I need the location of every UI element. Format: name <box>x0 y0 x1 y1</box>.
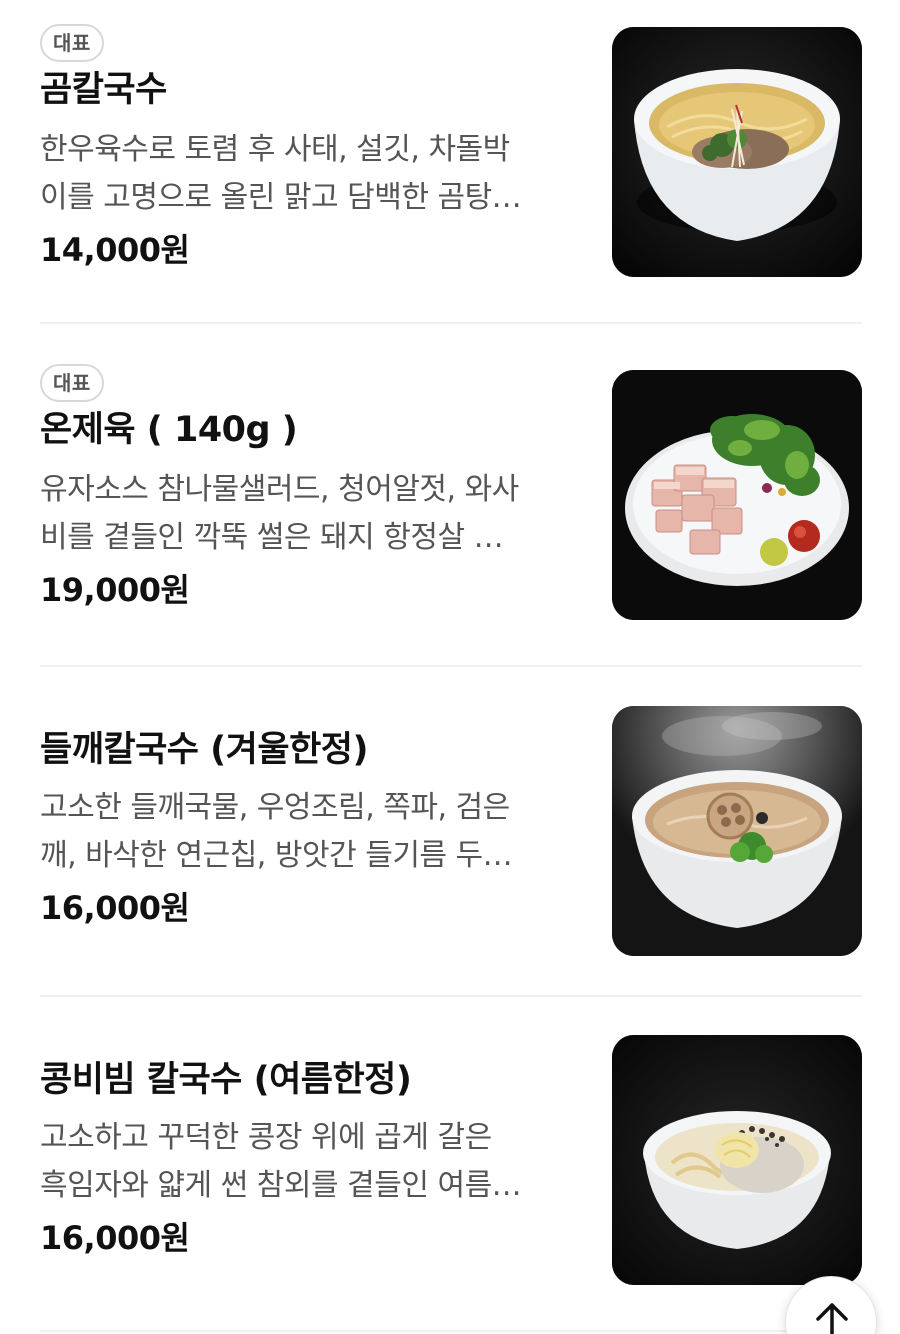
menu-item-photo[interactable] <box>612 1035 862 1285</box>
description-line: 유자소스 참나물샐러드, 청어알젓, 와사 <box>40 472 519 507</box>
signature-badge: 대표 <box>40 24 104 62</box>
signature-badge: 대표 <box>40 364 104 402</box>
menu-item-price: 14,000원 <box>40 231 190 269</box>
menu-list: 대표 곰칼국수 한우육수로 토렴 후 사태, 설깃, 차돌박 이를 고명으로 올… <box>0 0 900 1334</box>
menu-item-description: 한우육수로 토렴 후 사태, 설깃, 차돌박 이를 고명으로 올린 맑고 담백한… <box>40 126 580 222</box>
bean-noodle-bowl-image <box>612 1035 862 1285</box>
menu-item-description: 고소한 들깨국물, 우엉조림, 쪽파, 검은 깨, 바삭한 연근칩, 방앗간 들… <box>40 784 580 880</box>
menu-item[interactable]: 대표 곰칼국수 한우육수로 토렴 후 사태, 설깃, 차돌박 이를 고명으로 올… <box>0 0 900 324</box>
pork-salad-plate-image <box>612 370 862 620</box>
menu-item-price: 19,000원 <box>40 571 190 609</box>
clear-broth-noodle-bowl-image <box>612 27 862 277</box>
menu-item-name: 들깨칼국수 (겨울한정) <box>40 730 368 770</box>
menu-item-photo[interactable] <box>612 27 862 277</box>
description-line: 이를 고명으로 올린 맑고 담백한 곰탕… <box>40 180 522 215</box>
description-line: 흑임자와 얇게 썬 참외를 곁들인 여름… <box>40 1168 522 1203</box>
menu-item-description: 고소하고 꾸덕한 콩장 위에 곱게 갈은 흑임자와 얇게 썬 참외를 곁들인 여… <box>40 1114 580 1210</box>
menu-item[interactable]: 들깨칼국수 (겨울한정) 고소한 들깨국물, 우엉조림, 쪽파, 검은 깨, 바… <box>0 666 900 996</box>
perilla-noodle-bowl-image <box>612 706 862 956</box>
menu-item-info: 대표 온제육 ( 140g ) 유자소스 참나물샐러드, 청어알젓, 와사 비를… <box>40 364 580 612</box>
description-line: 비를 곁들인 깍뚝 썰은 돼지 항정살 … <box>40 520 504 555</box>
menu-item-price: 16,000원 <box>40 889 190 927</box>
menu-item[interactable]: 대표 온제육 ( 140g ) 유자소스 참나물샐러드, 청어알젓, 와사 비를… <box>0 324 900 666</box>
menu-item-info: 콩비빔 칼국수 (여름한정) 고소하고 꾸덕한 콩장 위에 곱게 갈은 흑임자와… <box>40 1056 580 1260</box>
description-line: 깨, 바삭한 연근칩, 방앗간 들기름 두… <box>40 838 513 873</box>
description-line: 한우육수로 토렴 후 사태, 설깃, 차돌박 <box>40 132 510 167</box>
menu-item-name: 온제육 ( 140g ) <box>40 410 298 450</box>
menu-item-description: 유자소스 참나물샐러드, 청어알젓, 와사 비를 곁들인 깍뚝 썰은 돼지 항정… <box>40 466 580 562</box>
menu-item-photo[interactable] <box>612 370 862 620</box>
menu-item-name: 곰칼국수 <box>40 70 167 110</box>
divider <box>40 1330 862 1332</box>
arrow-up-icon <box>816 1303 848 1334</box>
menu-item-price: 16,000원 <box>40 1219 190 1257</box>
description-line: 고소하고 꾸덕한 콩장 위에 곱게 갈은 <box>40 1120 492 1155</box>
menu-item-info: 들깨칼국수 (겨울한정) 고소한 들깨국물, 우엉조림, 쪽파, 검은 깨, 바… <box>40 726 580 930</box>
menu-item-photo[interactable] <box>612 706 862 956</box>
menu-item-name: 콩비빔 칼국수 (여름한정) <box>40 1060 412 1100</box>
menu-item[interactable]: 콩비빔 칼국수 (여름한정) 고소하고 꾸덕한 콩장 위에 곱게 갈은 흑임자와… <box>0 996 900 1334</box>
description-line: 고소한 들깨국물, 우엉조림, 쪽파, 검은 <box>40 790 510 825</box>
menu-item-info: 대표 곰칼국수 한우육수로 토렴 후 사태, 설깃, 차돌박 이를 고명으로 올… <box>40 24 580 272</box>
